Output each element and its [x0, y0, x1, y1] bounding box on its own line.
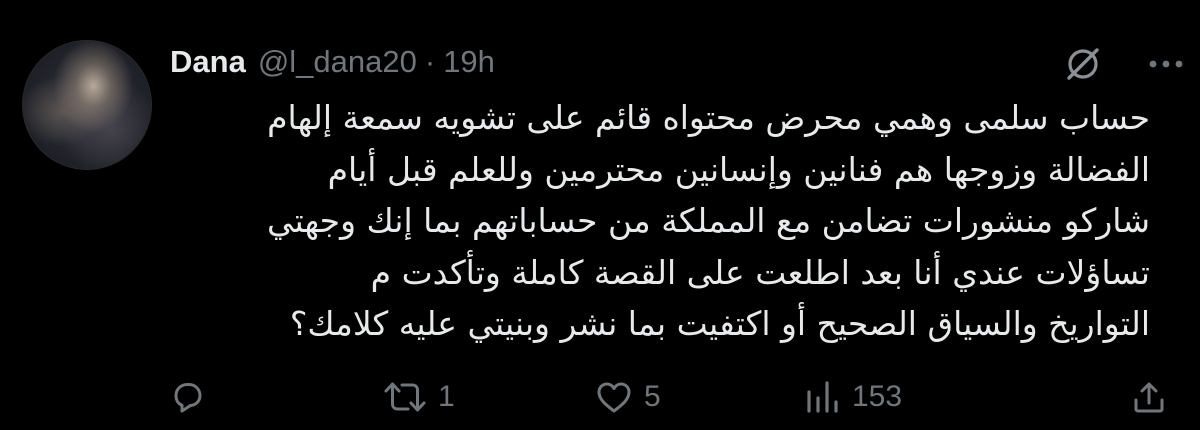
tweet-text: حساب سلمى وهمي محرض محتواه قائم على تشوي… [190, 92, 1150, 350]
grok-icon[interactable] [1063, 44, 1103, 84]
reply-icon [174, 383, 202, 413]
tweet-text-line: شاركو منشورات تضامن مع المملكة من حسابات… [267, 201, 1150, 240]
tweet-text-line: التواريخ والسياق الصحيح أو اكتفيت بما نش… [289, 304, 1150, 343]
tweet-text-line: تساؤلات عندي أنا بعد اطلعت على القصة كام… [370, 252, 1150, 292]
author-name[interactable]: Dana [170, 44, 246, 80]
retweet-count: 1 [438, 380, 455, 413]
like-button[interactable]: 5 [594, 372, 661, 422]
retweet-icon [384, 382, 426, 412]
action-bar: 1 5 153 [0, 372, 1200, 422]
tweet-text-line: حساب سلمى وهمي محرض محتواه قائم على تشوي… [267, 98, 1150, 137]
avatar[interactable] [22, 40, 152, 170]
views-count: 153 [852, 380, 903, 413]
share-button[interactable] [1130, 372, 1178, 422]
tweet-header: Dana @l_dana20 · 19h [170, 40, 495, 84]
heart-icon [597, 382, 631, 413]
separator-dot: · [424, 44, 436, 79]
share-icon [1134, 382, 1164, 413]
reply-button[interactable] [168, 372, 216, 422]
tweet[interactable]: Dana @l_dana20 · 19h حساب سلمى وهمي محرض… [0, 0, 1200, 430]
author-handle[interactable]: @l_dana20 [258, 44, 417, 80]
retweet-button[interactable]: 1 [382, 372, 455, 422]
analytics-icon [807, 381, 838, 413]
views-button[interactable]: 153 [804, 372, 902, 422]
like-count: 5 [644, 380, 661, 413]
tweet-text-line: الفضالة وزوجها هم فنانين وإنسانين محترمي… [327, 149, 1150, 189]
timestamp[interactable]: 19h [443, 44, 495, 80]
more-options-icon[interactable] [1146, 56, 1186, 72]
